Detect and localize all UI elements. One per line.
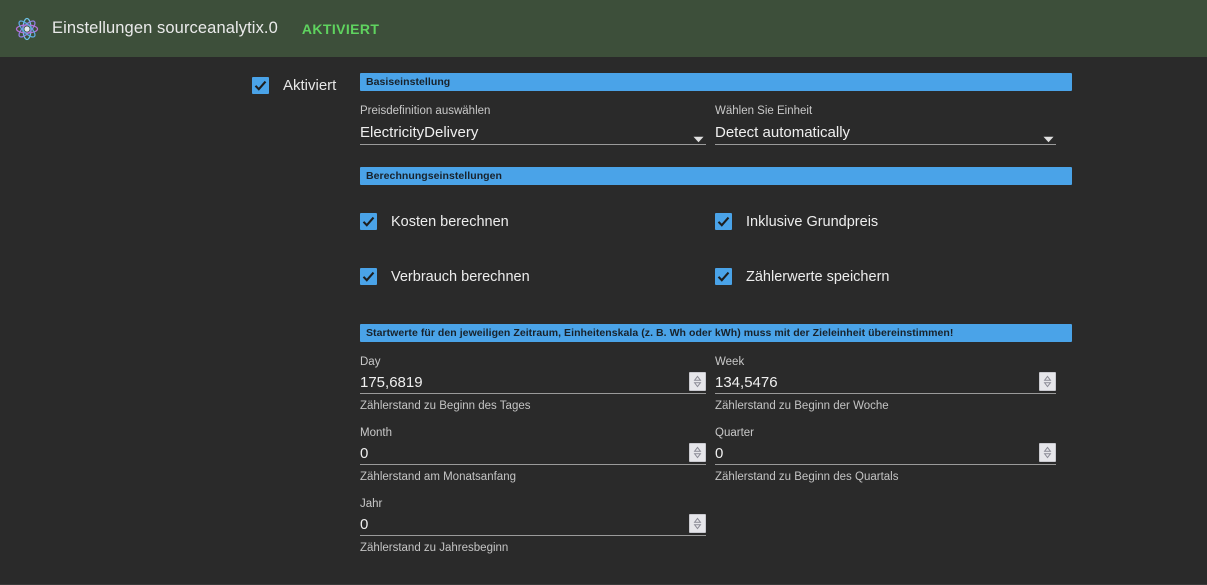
spinner-icon[interactable]: [689, 443, 706, 462]
basiseinstellung-fields: Preisdefinition auswählen ElectricityDel…: [360, 104, 1072, 145]
number-field-week: Week 134,5476 Zählerstand zu Beginn der …: [715, 355, 1065, 413]
checkbox-kosten-berechnen[interactable]: Kosten berechnen: [360, 213, 715, 230]
number-label: Month: [360, 427, 392, 439]
unit-select-value: Detect automatically: [715, 124, 851, 141]
number-help: Zählerstand zu Jahresbeginn: [360, 542, 509, 554]
status-badge: AKTIVIERT: [301, 20, 380, 37]
number-value: 175,6819: [360, 374, 423, 391]
checkbox-box[interactable]: [360, 268, 377, 285]
app-header: Einstellungen sourceanalytix.0 AKTIVIERT: [0, 0, 1207, 57]
checkbox-inklusive-grundpreis[interactable]: Inklusive Grundpreis: [715, 213, 1065, 230]
checkbox-label: Kosten berechnen: [391, 213, 509, 230]
spinner-icon[interactable]: [1039, 443, 1056, 462]
section-banner-berechnungseinstellungen: Berechnungseinstellungen: [360, 167, 1072, 185]
number-field-month: Month 0 Zählerstand am Monatsanfang: [360, 426, 715, 484]
enabled-checkbox-group[interactable]: Aktiviert: [252, 73, 360, 94]
spinner-icon[interactable]: [689, 514, 706, 533]
section-banner-startwerte: Startwerte für den jeweiligen Zeitraum, …: [360, 324, 1072, 342]
price-definition-value: ElectricityDelivery: [360, 124, 479, 141]
number-help: Zählerstand zu Beginn des Quartals: [715, 471, 899, 483]
berechnung-checkbox-row-2: Verbrauch berechnen Zählerwerte speicher…: [360, 268, 1072, 285]
number-label: Jahr: [360, 498, 383, 510]
number-label: Day: [360, 356, 381, 368]
startwerte-row-jahr: Jahr 0 Zählerstand zu Jahresbeginn: [360, 497, 1072, 555]
number-field-jahr: Jahr 0 Zählerstand zu Jahresbeginn: [360, 497, 715, 555]
empty-cell: [715, 497, 1065, 555]
chevron-down-icon: [1043, 130, 1054, 143]
app-title: Einstellungen sourceanalytix.0: [52, 19, 278, 37]
number-label: Week: [715, 356, 745, 368]
berechnung-checkbox-row-1: Kosten berechnen Inklusive Grundpreis: [360, 213, 1072, 230]
price-definition-label: Preisdefinition auswählen: [360, 105, 491, 117]
enabled-label: Aktiviert: [283, 77, 337, 94]
checkbox-label: Inklusive Grundpreis: [746, 213, 879, 230]
atom-icon: [12, 14, 42, 44]
number-help: Zählerstand zu Beginn der Woche: [715, 400, 889, 412]
chevron-down-icon: [693, 130, 704, 143]
unit-select-field: Wählen Sie Einheit Detect automatically: [715, 104, 1065, 145]
number-field-day: Day 175,6819 Zählerstand zu Beginn des T…: [360, 355, 715, 413]
checkbox-box[interactable]: [715, 268, 732, 285]
spinner-icon[interactable]: [689, 372, 706, 391]
form-column: Basiseinstellung Preisdefinition auswähl…: [360, 73, 1072, 555]
startwerte-row-day-week: Day 175,6819 Zählerstand zu Beginn des T…: [360, 355, 1072, 413]
checkbox-box[interactable]: [715, 213, 732, 230]
number-help: Zählerstand zu Beginn des Tages: [360, 400, 531, 412]
checkbox-verbrauch-berechnen[interactable]: Verbrauch berechnen: [360, 268, 715, 285]
number-label: Quarter: [715, 427, 754, 439]
price-definition-select[interactable]: ElectricityDelivery: [360, 118, 706, 145]
number-input-week[interactable]: 134,5476: [715, 369, 1056, 394]
spinner-icon[interactable]: [1039, 372, 1056, 391]
settings-page: Aktiviert Basiseinstellung Preisdefiniti…: [0, 57, 1207, 585]
checkbox-box[interactable]: [360, 213, 377, 230]
price-definition-field: Preisdefinition auswählen ElectricityDel…: [360, 104, 715, 145]
enabled-checkbox[interactable]: [252, 77, 269, 94]
number-field-quarter: Quarter 0 Zählerstand zu Beginn des Quar…: [715, 426, 1065, 484]
unit-select-label: Wählen Sie Einheit: [715, 105, 813, 117]
enabled-row: Aktiviert Basiseinstellung Preisdefiniti…: [252, 73, 1072, 555]
unit-select[interactable]: Detect automatically: [715, 118, 1056, 145]
number-input-quarter[interactable]: 0: [715, 440, 1056, 465]
startwerte-row-month-quarter: Month 0 Zählerstand am Monatsanfang Quar…: [360, 426, 1072, 484]
number-value: 134,5476: [715, 374, 778, 391]
section-banner-basiseinstellung: Basiseinstellung: [360, 73, 1072, 91]
number-help: Zählerstand am Monatsanfang: [360, 471, 516, 483]
number-input-jahr[interactable]: 0: [360, 511, 706, 536]
number-input-month[interactable]: 0: [360, 440, 706, 465]
number-value: 0: [715, 445, 724, 462]
checkbox-label: Zählerwerte speichern: [746, 268, 890, 285]
number-input-day[interactable]: 175,6819: [360, 369, 706, 394]
checkbox-label: Verbrauch berechnen: [391, 268, 530, 285]
number-value: 0: [360, 516, 369, 533]
number-value: 0: [360, 445, 369, 462]
checkbox-zaehlerwerte-speichern[interactable]: Zählerwerte speichern: [715, 268, 1065, 285]
settings-content: Aktiviert Basiseinstellung Preisdefiniti…: [252, 73, 1072, 555]
